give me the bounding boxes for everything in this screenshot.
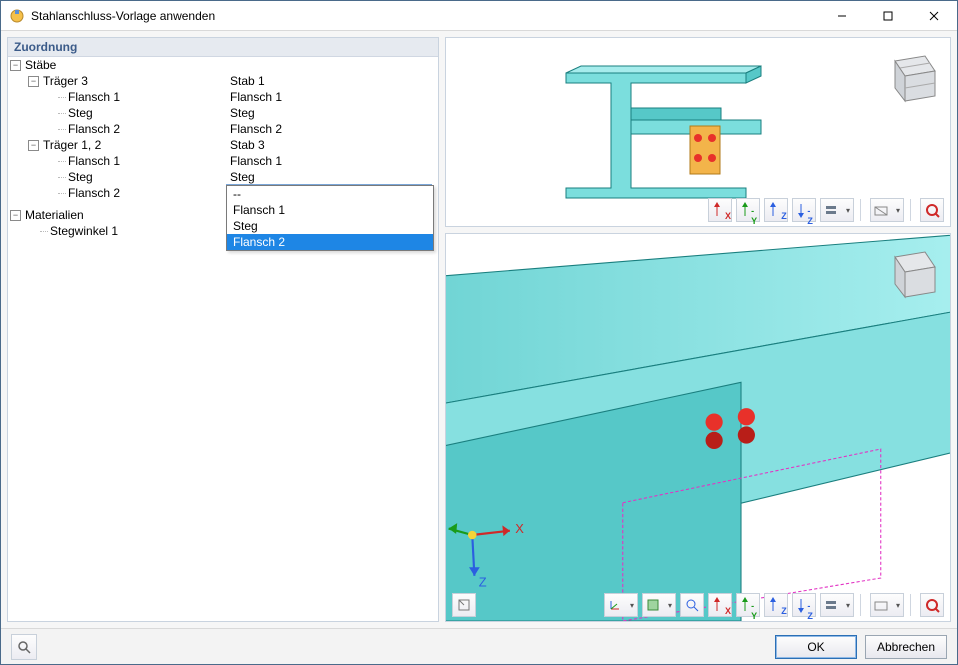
tree-label: Stegwinkel 1 <box>50 224 118 238</box>
render-mode-dropdown[interactable] <box>870 593 904 617</box>
dialog-window: Stahlanschluss-Vorlage anwenden Zuordnun… <box>0 0 958 665</box>
tree-node[interactable]: Flansch 1 Flansch 1 <box>8 89 438 105</box>
expander-icon[interactable]: − <box>28 76 39 87</box>
display-style-dropdown[interactable] <box>820 593 854 617</box>
viewports: X -Y Z -Z <box>445 37 951 622</box>
cancel-button[interactable]: Abbrechen <box>865 635 947 659</box>
close-button[interactable] <box>911 1 957 30</box>
toolbar-separator <box>910 199 914 221</box>
tree-label: Materialien <box>25 208 84 222</box>
view-options-dropdown[interactable] <box>642 593 676 617</box>
tree-value: Flansch 1 <box>230 154 282 168</box>
expander-icon[interactable]: − <box>10 60 21 71</box>
tree-value: Steg <box>230 170 255 184</box>
axis-x-button[interactable]: X <box>708 593 732 617</box>
content-area: Zuordnung −Stäbe −Träger 3 Stab 1 Flansc… <box>1 31 957 628</box>
assignment-tree[interactable]: −Stäbe −Träger 3 Stab 1 Flansch 1 Flansc… <box>8 57 438 239</box>
display-style-dropdown[interactable] <box>820 198 854 222</box>
tree-label: Stäbe <box>25 58 56 72</box>
viewport-bottom-toolbar: X -Y Z -Z <box>604 593 944 617</box>
tree-value: Stab 3 <box>230 138 265 152</box>
axis-z-button[interactable]: Z <box>764 593 788 617</box>
axis-neg-y-button[interactable]: -Y <box>736 593 760 617</box>
viewport-top-toolbar: X -Y Z -Z <box>708 198 944 222</box>
viewport-3d-detail[interactable]: X Y Z X -Y Z <box>445 233 951 622</box>
axis-x-button[interactable]: X <box>708 198 732 222</box>
viewport-bottom-left-toolbar <box>452 593 476 617</box>
viewport-3d-overview[interactable]: X -Y Z -Z <box>445 37 951 227</box>
tree-value: Flansch 2 <box>230 122 282 136</box>
toolbar-separator <box>910 594 914 616</box>
tree-node[interactable]: Flansch 1 Flansch 1 <box>8 153 438 169</box>
svg-text:Z: Z <box>479 575 487 590</box>
render-mode-dropdown[interactable] <box>870 198 904 222</box>
dropdown-option[interactable]: Steg <box>227 218 433 234</box>
toolbar-separator <box>860 594 864 616</box>
tree-node[interactable]: Steg Steg <box>8 105 438 121</box>
expander-icon[interactable]: − <box>10 210 21 221</box>
dropdown-option[interactable]: Flansch 1 <box>227 202 433 218</box>
app-icon <box>9 8 25 24</box>
tree-label: Flansch 1 <box>68 90 120 104</box>
tree-node-traeger3[interactable]: −Träger 3 Stab 1 <box>8 73 438 89</box>
view-cube[interactable] <box>880 242 940 302</box>
tree-label: Flansch 2 <box>68 122 120 136</box>
titlebar: Stahlanschluss-Vorlage anwenden <box>1 1 957 31</box>
reset-view-button[interactable] <box>920 198 944 222</box>
magnifier-icon <box>17 640 31 654</box>
window-buttons <box>819 1 957 30</box>
tree-value: Stab 1 <box>230 74 265 88</box>
tree-label: Flansch 1 <box>68 154 120 168</box>
coord-system-dropdown[interactable] <box>604 593 638 617</box>
dropdown-option-selected[interactable]: Flansch 2 <box>227 234 433 250</box>
tree-node-stabe[interactable]: −Stäbe <box>8 57 438 73</box>
window-title: Stahlanschluss-Vorlage anwenden <box>31 9 819 23</box>
axis-neg-z-button[interactable]: -Z <box>792 198 816 222</box>
toolbar-separator <box>860 199 864 221</box>
tree-label: Träger 3 <box>43 74 88 88</box>
tree-node[interactable]: Steg Steg <box>8 169 438 185</box>
tree-value: Steg <box>230 106 255 120</box>
axis-neg-z-button[interactable]: -Z <box>792 593 816 617</box>
zoom-fit-button[interactable] <box>680 593 704 617</box>
ok-button[interactable]: OK <box>775 635 857 659</box>
dropdown-list[interactable]: -- Flansch 1 Steg Flansch 2 <box>226 185 434 251</box>
minimize-button[interactable] <box>819 1 865 30</box>
expander-icon[interactable]: − <box>28 140 39 151</box>
tree-value: Flansch 1 <box>230 90 282 104</box>
help-button[interactable] <box>11 634 37 660</box>
tree-label: Träger 1, 2 <box>43 138 101 152</box>
axis-z-button[interactable]: Z <box>764 198 788 222</box>
maximize-button[interactable] <box>865 1 911 30</box>
dialog-footer: OK Abbrechen <box>1 628 957 664</box>
model-detail: X Y Z <box>446 234 950 621</box>
svg-text:X: X <box>515 521 524 536</box>
reset-view-button[interactable] <box>920 593 944 617</box>
dropdown-option[interactable]: -- <box>227 186 433 202</box>
isometric-view-button[interactable] <box>452 593 476 617</box>
assignment-panel: Zuordnung −Stäbe −Träger 3 Stab 1 Flansc… <box>7 37 439 622</box>
tree-node-traeger12[interactable]: −Träger 1, 2 Stab 3 <box>8 137 438 153</box>
axis-neg-y-button[interactable]: -Y <box>736 198 760 222</box>
view-cube[interactable] <box>880 46 940 106</box>
tree-label: Steg <box>68 106 93 120</box>
section-header-zuordnung: Zuordnung <box>8 38 438 57</box>
tree-label: Steg <box>68 170 93 184</box>
tree-node[interactable]: Flansch 2 Flansch 2 <box>8 121 438 137</box>
tree-label: Flansch 2 <box>68 186 120 200</box>
